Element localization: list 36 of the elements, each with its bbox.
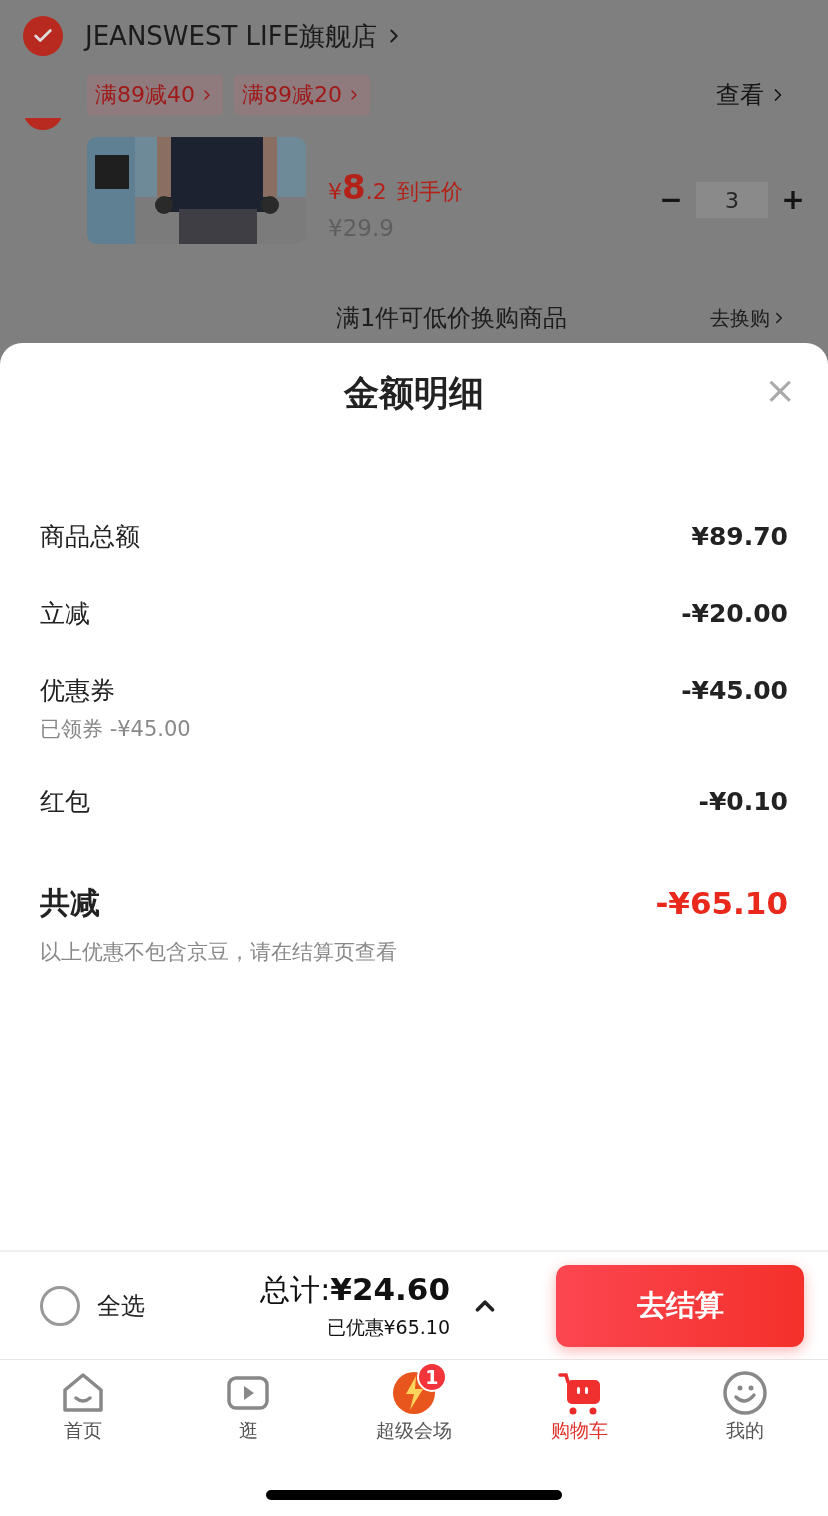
cart-icon xyxy=(556,1370,603,1416)
amount-label: 立减 xyxy=(40,598,90,630)
tab-item[interactable]: 购物车 xyxy=(496,1360,663,1460)
select-all-label[interactable]: 全选 xyxy=(97,1289,145,1322)
select-all-checkbox[interactable] xyxy=(40,1285,80,1326)
plus-button[interactable]: + xyxy=(780,182,806,218)
deal-price: ¥8.2 到手价 xyxy=(328,167,463,207)
check-circle-icon[interactable] xyxy=(23,16,63,56)
tab-item[interactable]: 我的 xyxy=(662,1360,828,1460)
count-badge: 1 xyxy=(417,1362,447,1392)
footnote: 以上优惠不包含京豆，请在结算页查看 xyxy=(40,939,398,966)
amount-label: 商品总额 xyxy=(40,521,140,553)
exchange-text: 满1件可低价换购商品 xyxy=(336,303,568,334)
total-price: 总计:¥24.60 xyxy=(260,1270,450,1309)
amount-label: 优惠券 xyxy=(40,675,115,707)
view-link[interactable]: 查看 xyxy=(716,79,788,111)
smiley-icon xyxy=(722,1370,769,1416)
amount-value: ¥89.70 xyxy=(691,522,788,551)
minus-button[interactable]: − xyxy=(658,182,684,218)
amount-value: -¥45.00 xyxy=(681,676,788,705)
quantity-field[interactable]: 3 xyxy=(696,182,768,218)
total-label: 共减 xyxy=(40,883,100,922)
tab-item[interactable]: 首页 xyxy=(0,1360,166,1460)
store-name[interactable]: JEANSWEST LIFE旗舰店 xyxy=(85,18,406,54)
exchange-link[interactable]: 去换购 xyxy=(710,304,788,332)
checkout-button[interactable]: 去结算 xyxy=(556,1264,804,1347)
sheet-title: 金额明细 xyxy=(344,371,484,415)
coupon-note: 已领券 -¥45.00 xyxy=(40,716,192,743)
amount-label: 红包 xyxy=(40,786,90,818)
saved-amount: 已优惠¥65.10 xyxy=(326,1315,450,1340)
close-button[interactable]: × xyxy=(764,371,796,409)
tab-item[interactable]: 逛 xyxy=(165,1360,332,1460)
tab-item[interactable]: 1 超级会场 xyxy=(331,1360,497,1460)
amount-value: -¥0.10 xyxy=(698,787,788,816)
total-value: -¥65.10 xyxy=(655,885,788,921)
amount-value: -¥20.00 xyxy=(681,599,788,628)
